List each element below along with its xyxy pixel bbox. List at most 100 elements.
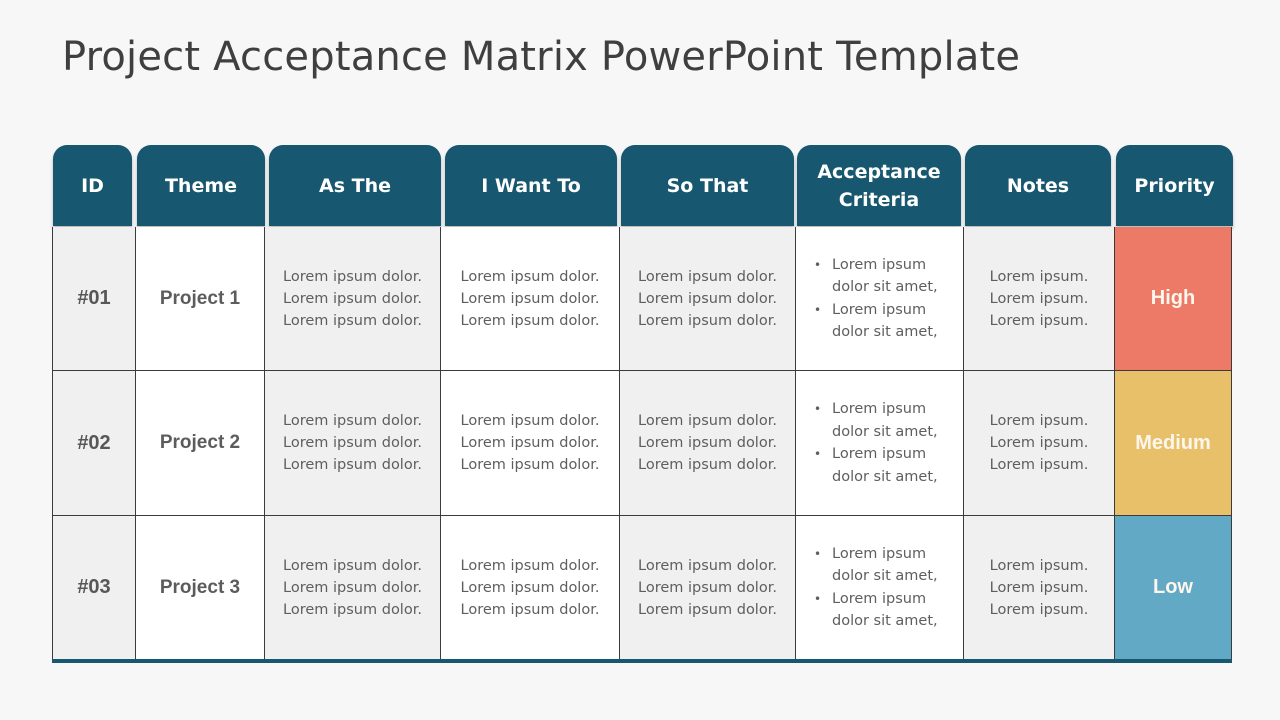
text-line: Lorem ipsum dolor.	[460, 601, 600, 618]
cell-priority: Medium	[1115, 371, 1232, 516]
criteria-text: Lorem ipsum dolor sit amet,	[832, 590, 938, 630]
text-line: Lorem ipsum dolor.	[283, 413, 422, 429]
header-i-want-to: I Want To	[445, 145, 617, 226]
bullet-icon: •	[814, 591, 822, 606]
i-want-to-text: Lorem ipsum dolor. Lorem ipsum dolor. Lore…	[461, 555, 600, 621]
text-line: Lorem ipsum.	[989, 268, 1089, 285]
text-line: Lorem ipsum dolor.	[283, 557, 422, 574]
text-line: Lorem ipsum.	[989, 579, 1089, 596]
cell-so-that: Lorem ipsum dolor. Lorem ipsum dolor. Lore…	[620, 371, 796, 516]
header-priority: Priority	[1116, 145, 1233, 226]
so-that-text: Lorem ipsum dolor. Lorem ipsum dolor. Lore…	[638, 266, 777, 332]
text-line: Lorem ipsum dolor.	[638, 312, 777, 329]
text-line: Lorem ipsum.	[989, 435, 1089, 451]
slide-title: Project Acceptance Matrix PowerPoint Tem…	[62, 34, 1021, 80]
cell-i-want-to: Lorem ipsum dolor. Lorem ipsum dolor. Lore…	[441, 516, 620, 660]
notes-text: Lorem ipsum. Lorem ipsum. Lorem ipsum.	[990, 555, 1089, 621]
i-want-to-text: Lorem ipsum dolor. Lorem ipsum dolor. Lore…	[461, 410, 600, 476]
text-line: Lorem ipsum.	[989, 601, 1089, 618]
row-id: #02	[77, 431, 111, 454]
priority-badge: Medium	[1135, 431, 1211, 454]
header-notes: Notes	[965, 145, 1111, 226]
text-line: Lorem ipsum dolor.	[638, 601, 777, 618]
text-line: Lorem ipsum dolor.	[638, 579, 777, 596]
text-line: Lorem ipsum.	[989, 413, 1089, 429]
text-line: Lorem ipsum dolor.	[638, 457, 777, 473]
text-line: Lorem ipsum dolor.	[460, 579, 600, 596]
cell-notes: Lorem ipsum. Lorem ipsum. Lorem ipsum.	[964, 227, 1115, 371]
cell-so-that: Lorem ipsum dolor. Lorem ipsum dolor. Lore…	[620, 516, 796, 660]
header-so-that: So That	[621, 145, 794, 226]
bullet-icon: •	[814, 257, 822, 272]
row-id: #01	[77, 287, 111, 309]
text-line: Lorem ipsum.	[989, 290, 1089, 307]
criteria-text: Lorem ipsum dolor sit amet,	[832, 401, 938, 440]
header-id: ID	[53, 145, 132, 226]
theme-label: Project 3	[159, 576, 241, 598]
header-acceptance-criteria: Acceptance Criteria	[797, 145, 961, 226]
cell-notes: Lorem ipsum. Lorem ipsum. Lorem ipsum.	[964, 371, 1115, 516]
notes-text: Lorem ipsum. Lorem ipsum. Lorem ipsum.	[990, 266, 1089, 332]
criteria-item: • Lorem ipsum dolor sit amet,	[814, 543, 952, 588]
cell-as-the: Lorem ipsum dolor. Lorem ipsum dolor. Lore…	[265, 227, 441, 371]
matrix-table: #01 Project 1 Lorem ipsum dolor. Lorem ipsu…	[52, 227, 1232, 660]
priority-badge: High	[1150, 287, 1196, 309]
text-line: Lorem ipsum dolor.	[460, 557, 600, 574]
text-line: Lorem ipsum dolor.	[283, 290, 422, 307]
header-theme: Theme	[137, 145, 265, 226]
text-line: Lorem ipsum dolor.	[283, 579, 422, 596]
table-bottom-bar	[52, 659, 1232, 663]
theme-label: Project 2	[159, 432, 241, 453]
text-line: Lorem ipsum dolor.	[460, 457, 600, 473]
theme-label: Project 1	[159, 287, 241, 309]
text-line: Lorem ipsum dolor.	[460, 413, 600, 429]
criteria-item: • Lorem ipsum dolor sit amet,	[814, 443, 952, 488]
cell-theme: Project 3	[136, 516, 265, 660]
text-line: Lorem ipsum dolor.	[638, 557, 777, 574]
cell-i-want-to: Lorem ipsum dolor. Lorem ipsum dolor. Lore…	[441, 371, 620, 516]
cell-acceptance-criteria: • Lorem ipsum dolor sit amet, • Lorem ipsum…	[796, 227, 964, 371]
cell-theme: Project 1	[136, 227, 265, 371]
bullet-icon: •	[814, 447, 822, 461]
text-line: Lorem ipsum dolor.	[460, 268, 600, 285]
text-line: Lorem ipsum dolor.	[638, 268, 777, 285]
cell-so-that: Lorem ipsum dolor. Lorem ipsum dolor. Lore…	[620, 227, 796, 371]
as-the-text: Lorem ipsum dolor. Lorem ipsum dolor. Lore…	[283, 266, 422, 332]
text-line: Lorem ipsum.	[989, 312, 1089, 329]
priority-badge: Low	[1153, 576, 1193, 598]
criteria-item: • Lorem ipsum dolor sit amet,	[814, 398, 952, 443]
text-line: Lorem ipsum.	[989, 557, 1089, 574]
cell-priority: High	[1115, 227, 1232, 371]
text-line: Lorem ipsum dolor.	[638, 290, 777, 307]
header-as-the: As The	[269, 145, 441, 226]
criteria-item: • Lorem ipsum dolor sit amet,	[814, 254, 952, 299]
notes-text: Lorem ipsum. Lorem ipsum. Lorem ipsum.	[990, 410, 1089, 476]
cell-theme: Project 2	[136, 371, 265, 516]
text-line: Lorem ipsum dolor.	[283, 601, 422, 618]
cell-as-the: Lorem ipsum dolor. Lorem ipsum dolor. Lore…	[265, 516, 441, 660]
criteria-text: Lorem ipsum dolor sit amet,	[832, 301, 938, 341]
criteria-item: • Lorem ipsum dolor sit amet,	[814, 299, 952, 344]
cell-id: #03	[52, 516, 136, 660]
criteria-text: Lorem ipsum dolor sit amet,	[832, 256, 938, 296]
criteria-list: • Lorem ipsum dolor sit amet, • Lorem ipsum…	[796, 543, 952, 633]
text-line: Lorem ipsum dolor.	[638, 413, 777, 429]
text-line: Lorem ipsum dolor.	[283, 457, 422, 473]
text-line: Lorem ipsum dolor.	[283, 268, 422, 285]
text-line: Lorem ipsum dolor.	[460, 290, 600, 307]
row-id: #03	[77, 576, 111, 598]
i-want-to-text: Lorem ipsum dolor. Lorem ipsum dolor. Lore…	[461, 266, 600, 332]
cell-id: #02	[52, 371, 136, 516]
cell-id: #01	[52, 227, 136, 371]
bullet-icon: •	[814, 302, 822, 317]
bullet-icon: •	[814, 546, 822, 561]
cell-i-want-to: Lorem ipsum dolor. Lorem ipsum dolor. Lore…	[441, 227, 620, 371]
so-that-text: Lorem ipsum dolor. Lorem ipsum dolor. Lore…	[638, 555, 777, 621]
criteria-text: Lorem ipsum dolor sit amet,	[832, 446, 938, 485]
criteria-list: • Lorem ipsum dolor sit amet, • Lorem ipsum…	[796, 398, 952, 488]
text-line: Lorem ipsum dolor.	[283, 435, 422, 451]
bullet-icon: •	[814, 402, 822, 416]
cell-as-the: Lorem ipsum dolor. Lorem ipsum dolor. Lore…	[265, 371, 441, 516]
text-line: Lorem ipsum dolor.	[283, 312, 422, 329]
criteria-text: Lorem ipsum dolor sit amet,	[832, 545, 938, 585]
